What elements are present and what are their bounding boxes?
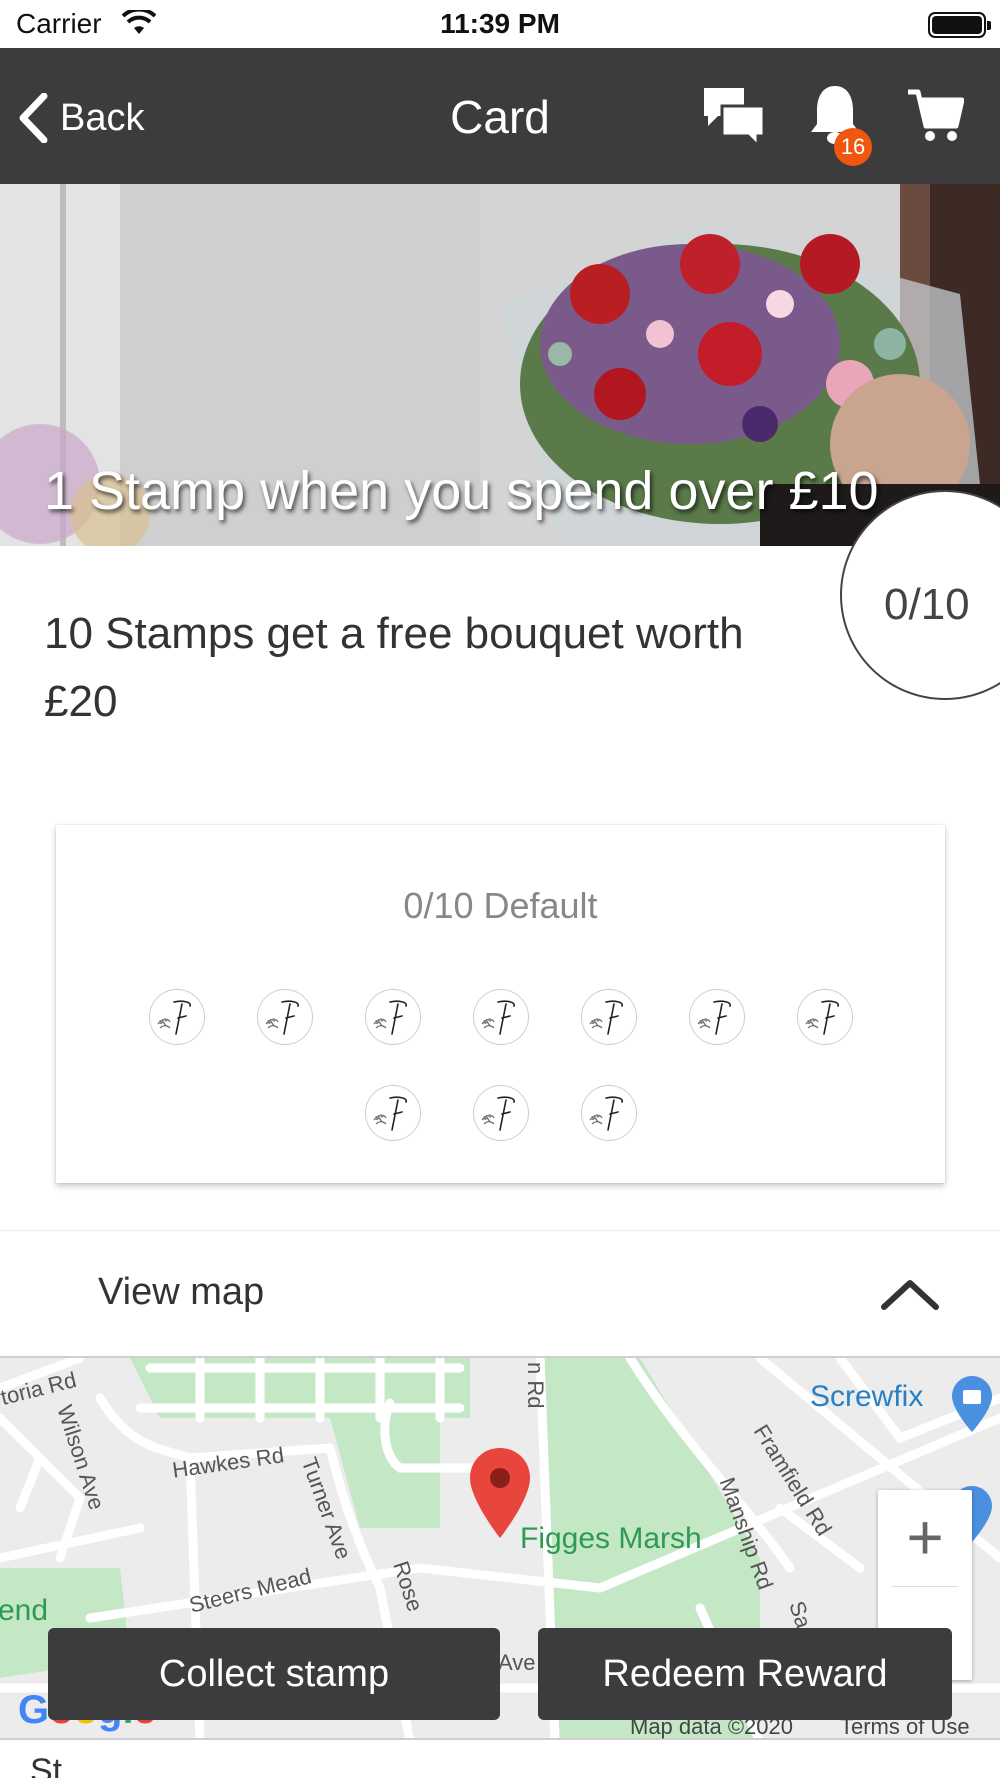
stamp-card-title: 0/10 Default <box>403 885 598 926</box>
floral-stamp-icon <box>157 1000 191 1035</box>
map-park-label-partial: end <box>0 1594 49 1627</box>
floral-stamp-icon <box>481 1096 515 1131</box>
bottom-section-label: St <box>30 1752 63 1778</box>
street-label: n Rd <box>523 1362 548 1409</box>
progress-count: 0/10 <box>884 580 970 629</box>
stamp-slot <box>472 1085 529 1141</box>
floral-stamp-icon <box>589 1000 623 1035</box>
stamp-card: 0/10 Default <box>56 825 945 1183</box>
floral-stamp-icon <box>805 1000 839 1035</box>
chat-icon[interactable] <box>702 86 766 153</box>
hero-title: 1 Stamp when you spend over £10 <box>44 461 879 521</box>
floral-stamp-icon <box>481 1000 515 1035</box>
stamp-slot <box>580 989 637 1045</box>
stamp-slot <box>580 1085 637 1141</box>
navigation-bar: Back Card 16 <box>0 48 1000 184</box>
stamp-slot <box>364 1085 421 1141</box>
hero-image: 1 Stamp when you spend over £10 <box>0 184 1000 546</box>
redeem-reward-button[interactable]: Redeem Reward <box>538 1628 952 1720</box>
notification-badge: 16 <box>834 128 872 166</box>
floral-stamp-icon <box>697 1000 731 1035</box>
reward-description: 10 Stamps get a free bouquet worth £20 <box>44 609 744 726</box>
back-button[interactable]: Back <box>18 88 144 148</box>
map-park-label: Figges Marsh <box>520 1522 702 1555</box>
status-time: 11:39 PM <box>440 8 560 39</box>
map-poi-label[interactable]: Screwfix <box>810 1380 923 1414</box>
floral-stamp-icon <box>373 1000 407 1035</box>
back-label: Back <box>60 96 145 139</box>
floral-stamp-icon <box>265 1000 299 1035</box>
stamp-slot <box>148 989 205 1045</box>
stamp-slot <box>256 989 313 1045</box>
stamp-slot <box>364 989 421 1045</box>
stamp-slot <box>472 989 529 1045</box>
status-bar: Carrier 11:39 PM <box>0 0 1000 48</box>
chevron-left-icon <box>19 93 48 143</box>
floral-stamp-icon <box>373 1096 407 1131</box>
zoom-in-button[interactable]: + <box>878 1490 972 1584</box>
cart-icon[interactable] <box>906 86 965 149</box>
view-map-label: View map <box>98 1271 265 1313</box>
battery-icon <box>928 12 991 38</box>
street-label: Ave <box>498 1650 536 1675</box>
floral-stamp-icon <box>589 1096 623 1131</box>
stamp-slot <box>796 989 853 1045</box>
collect-stamp-button[interactable]: Collect stamp <box>48 1628 500 1720</box>
zoom-divider <box>892 1586 958 1587</box>
stamp-slot <box>688 989 745 1045</box>
chevron-up-icon <box>880 1277 940 1316</box>
view-map-toggle[interactable]: View map <box>0 1230 1000 1356</box>
